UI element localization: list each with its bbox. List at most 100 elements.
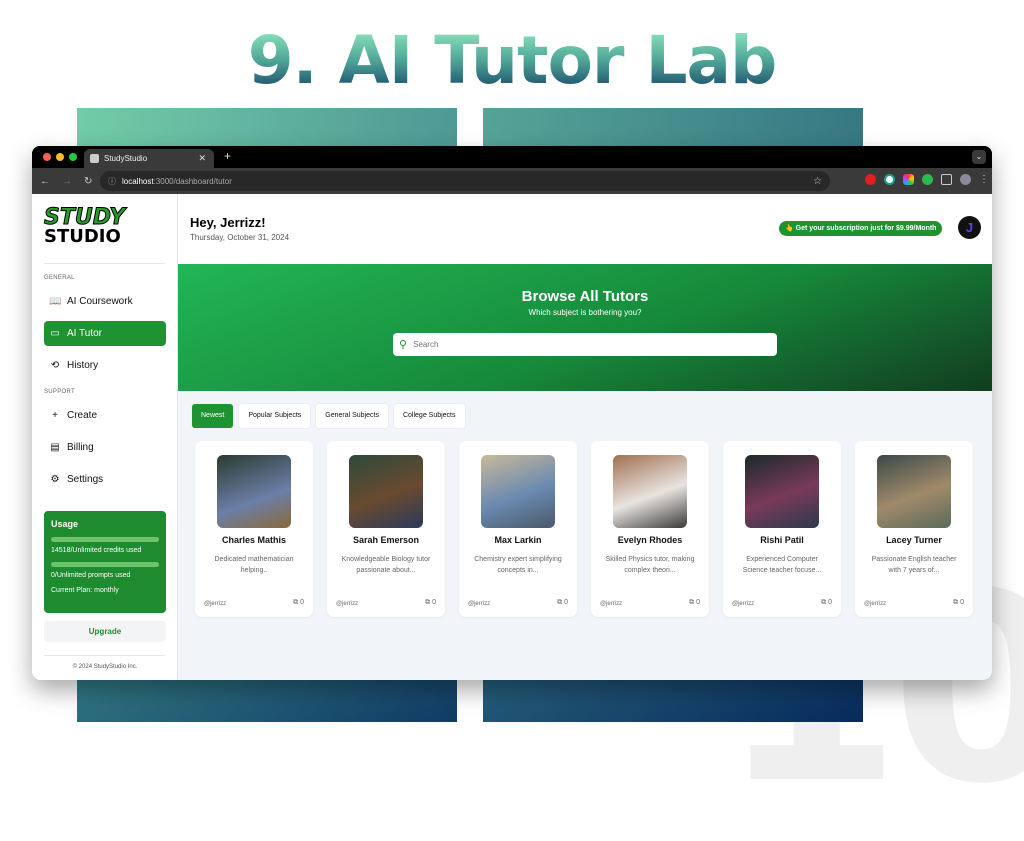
tutor-card[interactable]: Lacey Turner Passionate English teacher … <box>855 441 973 617</box>
chat-count-value: 0 <box>432 599 436 606</box>
tutor-creator: @jerrizz <box>600 601 623 607</box>
sidebar-item-label: Billing <box>67 442 94 453</box>
gear-icon: ⚙ <box>50 474 60 485</box>
section-label-support: SUPPORT <box>44 389 75 395</box>
url-host: localhost <box>122 176 154 186</box>
tutor-creator: @jerrizz <box>204 601 227 607</box>
forward-icon[interactable]: → <box>62 176 72 187</box>
close-tab-icon[interactable]: ✕ <box>198 153 206 164</box>
tutor-photo <box>613 455 687 528</box>
tutor-card[interactable]: Rishi Patil Experienced Computer Science… <box>723 441 841 617</box>
sidebar-item-billing[interactable]: ▤ Billing <box>44 435 166 460</box>
tutor-photo <box>745 455 819 528</box>
profile-avatar-icon[interactable] <box>960 174 971 185</box>
studystudio-logo[interactable]: STUDY STUDIO <box>44 205 130 252</box>
search-input[interactable] <box>413 340 777 349</box>
sidebar-item-settings[interactable]: ⚙ Settings <box>44 467 166 492</box>
browse-tutors-banner: Browse All Tutors Which subject is bothe… <box>178 264 992 391</box>
logo-top-text: STUDY <box>44 205 126 230</box>
sidebar-item-ai-coursework[interactable]: 📖 AI Coursework <box>44 289 166 314</box>
tutor-description: Experienced Computer Science teacher foc… <box>742 556 822 574</box>
filter-tabs: Newest Popular Subjects General Subjects… <box>192 404 465 428</box>
sidebar-item-label: AI Tutor <box>67 328 103 339</box>
grammarly-extension-icon[interactable] <box>884 174 895 185</box>
copyright: © 2024 StudyStudio Inc. <box>72 664 138 670</box>
chat-count-value: 0 <box>564 599 568 606</box>
filter-tab-popular-subjects[interactable]: Popular Subjects <box>239 404 311 428</box>
tab-search-chevron-icon[interactable]: ⌄ <box>972 150 986 164</box>
tutor-card[interactable]: Charles Mathis Dedicated mathematician h… <box>195 441 313 617</box>
reload-icon[interactable]: ↻ <box>84 176 92 187</box>
prompts-used-text: 0/Unlimited prompts used <box>51 572 131 579</box>
address-bar-row: ← → ↻ ⓘ localhost :3000/dashboard/tutor … <box>32 168 992 194</box>
section-label-general: GENERAL <box>44 275 75 281</box>
tutor-description: Dedicated mathematician helping.. <box>214 556 294 574</box>
tutor-name: Evelyn Rhodes <box>617 535 683 545</box>
tutor-photo <box>217 455 291 528</box>
maximize-window-button[interactable] <box>69 153 77 161</box>
tutor-creator: @jerrizz <box>468 601 491 607</box>
bookmark-star-icon[interactable]: ☆ <box>813 176 822 187</box>
banner-title: Browse All Tutors <box>521 288 649 305</box>
decor-panel <box>77 680 457 722</box>
search-icon: ⚲ <box>399 339 408 351</box>
new-tab-button[interactable]: + <box>224 149 231 163</box>
favicon-icon <box>90 154 99 163</box>
app: STUDY STUDIO GENERAL 📖 AI Coursework ▭ A… <box>32 194 992 680</box>
credits-used-text: 14518/Unlimited credits used <box>51 547 142 554</box>
greeting: Hey, Jerrizz! <box>190 215 266 230</box>
plus-icon: + <box>52 410 58 421</box>
filter-tab-newest[interactable]: Newest <box>192 404 234 428</box>
browser-tab[interactable]: StudyStudio ✕ <box>84 149 214 168</box>
tab-title: StudyStudio <box>104 154 148 163</box>
current-plan-text: Current Plan: monthly <box>51 587 119 594</box>
subscription-promo-button[interactable]: 👆 Get your subscription just for $9.99/M… <box>779 221 943 236</box>
chat-count-value: 0 <box>300 599 304 606</box>
puzzle-extensions-icon[interactable] <box>941 174 952 185</box>
prompts-progress-bar <box>51 562 159 567</box>
tutor-name: Rishi Patil <box>760 535 804 545</box>
browser-menu-icon[interactable]: ⋮ <box>979 174 989 185</box>
sidebar-item-label: Settings <box>67 474 104 485</box>
user-avatar[interactable]: J <box>958 216 981 239</box>
sidebar-item-history[interactable]: ⟲ History <box>44 353 166 378</box>
back-icon[interactable]: ← <box>40 176 50 187</box>
tutor-creator: @jerrizz <box>336 601 359 607</box>
sidebar-item-label: AI Coursework <box>67 296 133 307</box>
tab-bar: StudyStudio ✕ + ⌄ <box>32 146 992 168</box>
sidebar-item-ai-tutor[interactable]: ▭ AI Tutor <box>44 321 166 346</box>
tutor-card[interactable]: Max Larkin Chemistry expert simplifying … <box>459 441 577 617</box>
chat-count-value: 0 <box>960 599 964 606</box>
usage-card: Usage 14518/Unlimited credits used 0/Unl… <box>44 511 166 613</box>
search-box[interactable]: ⚲ <box>393 333 777 356</box>
chat-count: ⧉ 0 <box>821 599 832 607</box>
tutor-description: Chemistry expert simplifying concepts in… <box>474 556 562 574</box>
minimize-window-button[interactable] <box>56 153 64 161</box>
sidebar-item-create[interactable]: + Create <box>44 403 166 428</box>
filter-tab-college-subjects[interactable]: College Subjects <box>393 404 465 428</box>
chat-count-value: 0 <box>696 599 700 606</box>
tutor-description: Skilled Physics tutor, making complex th… <box>605 556 695 574</box>
filter-tab-general-subjects[interactable]: General Subjects <box>316 404 388 428</box>
tutor-creator: @jerrizz <box>864 601 887 607</box>
tutor-card[interactable]: Evelyn Rhodes Skilled Physics tutor, mak… <box>591 441 709 617</box>
tutor-description: Passionate English teacher with 7 years … <box>871 556 957 574</box>
chat-count: ⧉ 0 <box>689 599 700 607</box>
upgrade-button[interactable]: Upgrade <box>44 621 166 642</box>
close-window-button[interactable] <box>43 153 51 161</box>
url-field[interactable]: ⓘ localhost :3000/dashboard/tutor ☆ <box>100 171 830 191</box>
color-extension-icon[interactable] <box>903 174 914 185</box>
chat-count-value: 0 <box>828 599 832 606</box>
decor-panel <box>483 680 863 722</box>
tutor-card[interactable]: Sarah Emerson Knowledgeable Biology tuto… <box>327 441 445 617</box>
tutor-photo <box>481 455 555 528</box>
browser-window: StudyStudio ✕ + ⌄ ← → ↻ ⓘ localhost :300… <box>32 146 992 680</box>
tutor-photo <box>877 455 951 528</box>
book-icon: 📖 <box>49 296 62 307</box>
chat-count: ⧉ 0 <box>953 599 964 607</box>
site-info-icon[interactable]: ⓘ <box>108 176 116 187</box>
red-shield-extension-icon[interactable] <box>865 174 876 185</box>
sidebar-item-label: Create <box>67 410 98 421</box>
divider <box>44 655 165 656</box>
n-extension-icon[interactable] <box>922 174 933 185</box>
